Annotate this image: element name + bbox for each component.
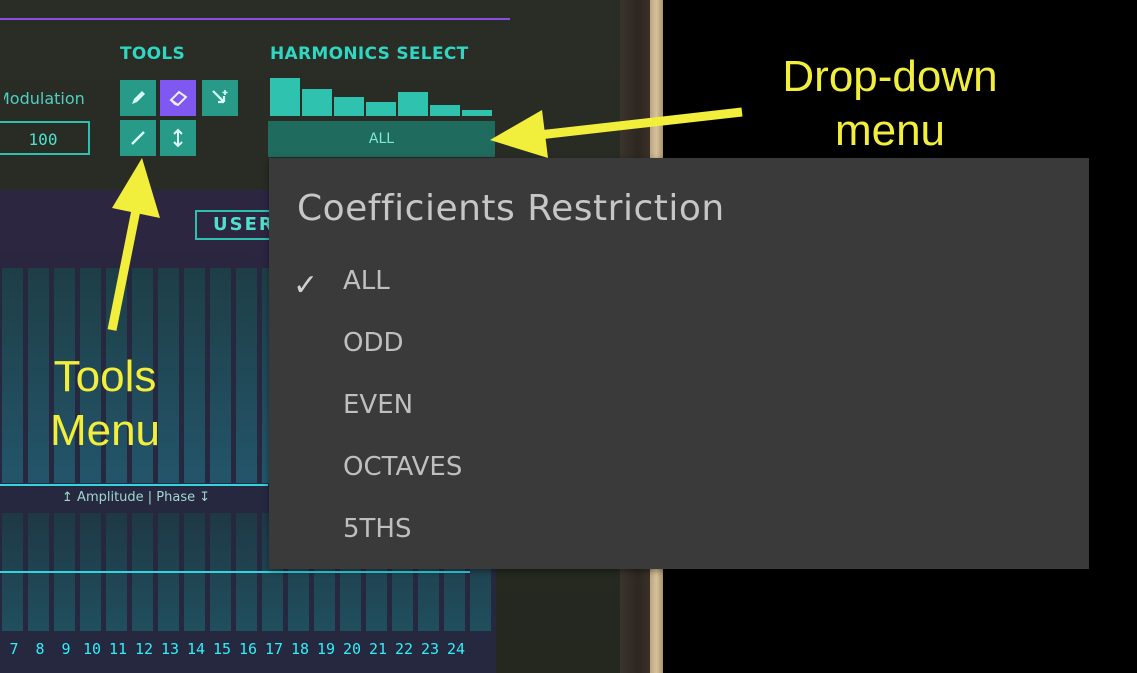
dropdown-annotation-line2: menu (834, 106, 946, 155)
dropdown-annotation-line1: Drop-down (782, 52, 998, 101)
tools-annotation-line1: Tools (53, 352, 157, 401)
tools-annotation-line2: Menu (49, 406, 161, 455)
tools-annotation: Tools Menu (30, 350, 180, 458)
dropdown-arrow (490, 107, 743, 158)
tools-arrow (107, 158, 160, 331)
dropdown-annotation: Drop-down menu (760, 50, 1020, 158)
